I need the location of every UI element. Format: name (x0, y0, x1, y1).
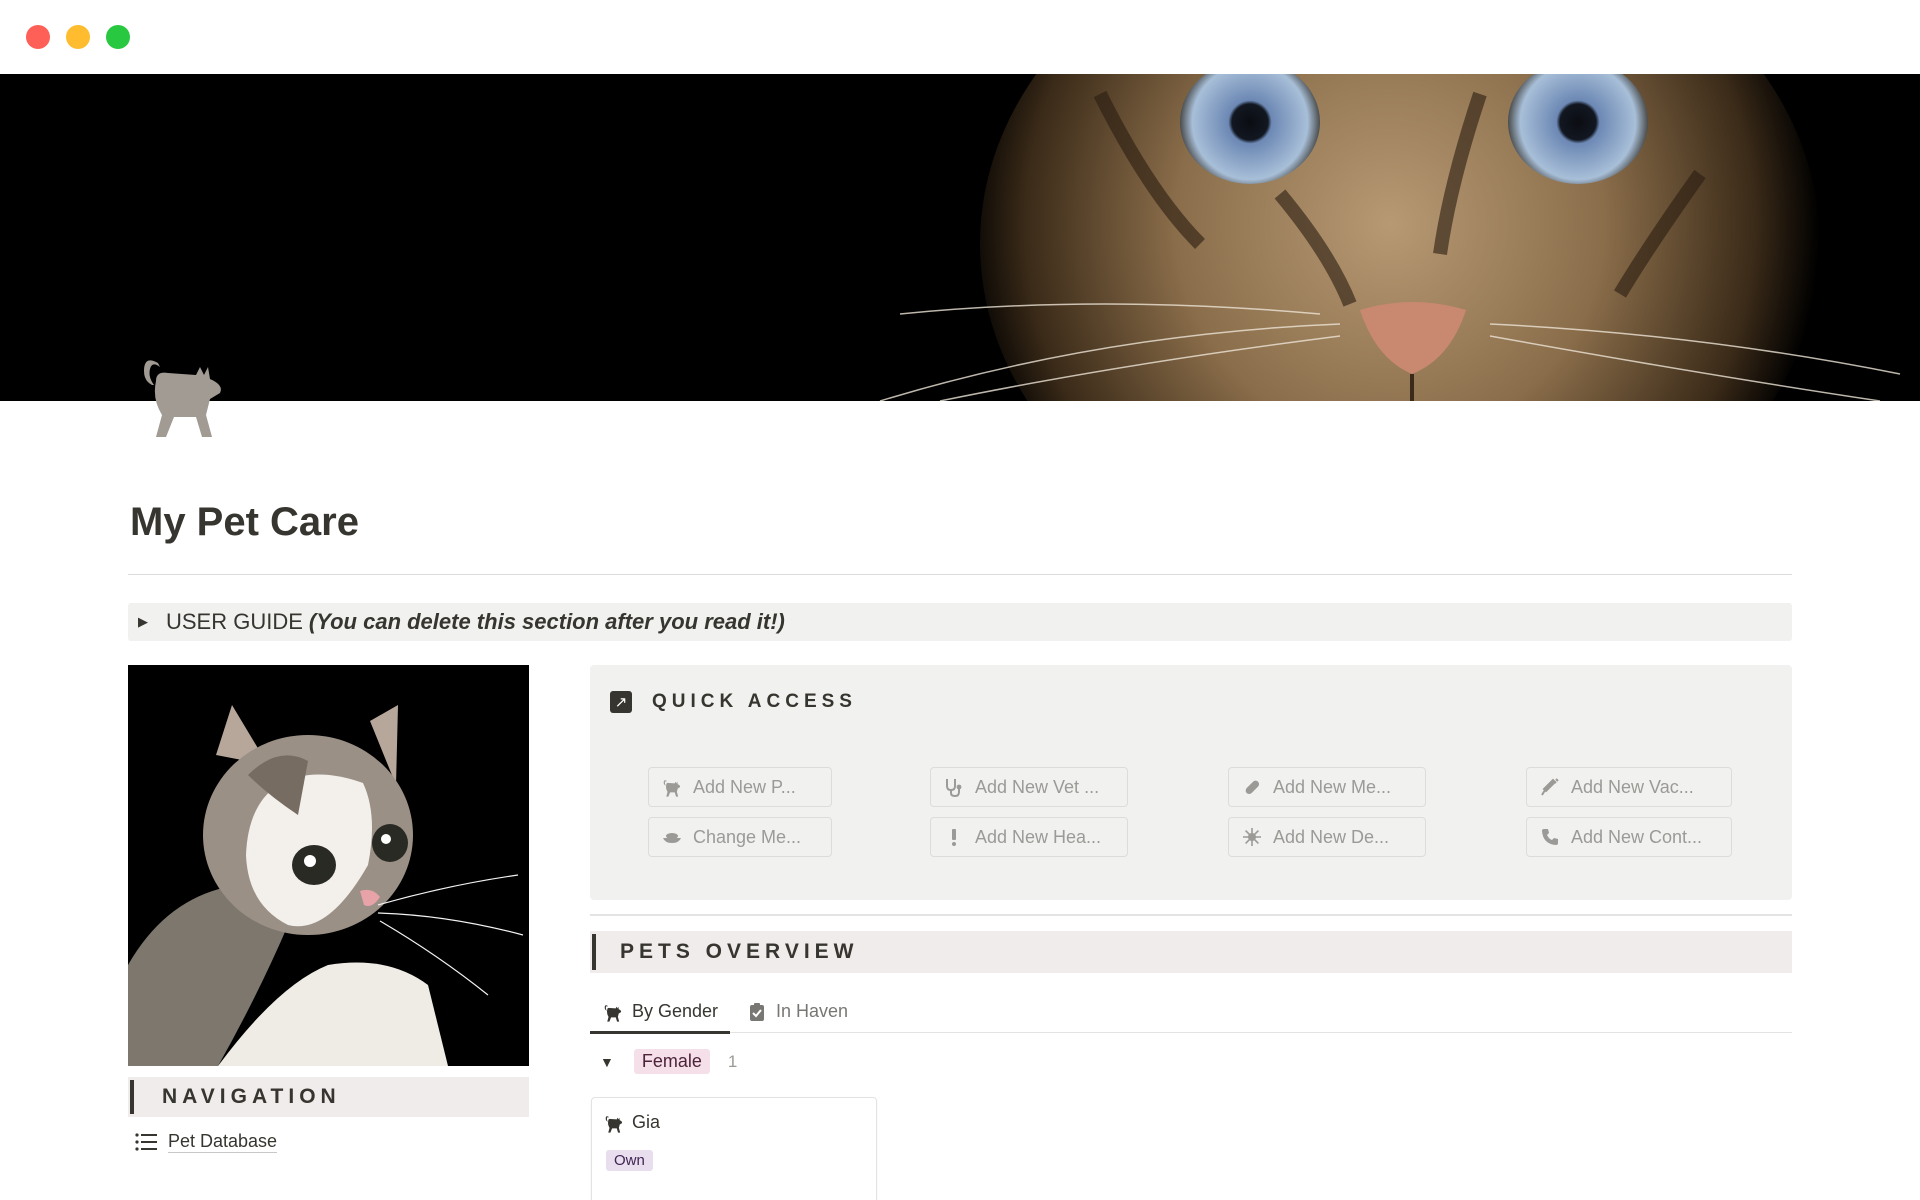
page-title[interactable]: My Pet Care (130, 500, 359, 545)
user-guide-title: USER GUIDE (166, 609, 303, 634)
close-window-button[interactable] (26, 25, 50, 49)
user-guide-subtitle: (You can delete this section after you r… (308, 609, 785, 634)
cat-icon[interactable] (138, 345, 228, 439)
virus-icon (1241, 826, 1263, 848)
add-new-disease-button[interactable]: Add New De... (1228, 817, 1426, 857)
group-header-female[interactable]: ▼ Female 1 (600, 1049, 737, 1074)
arrow-up-right-icon: ↗ (610, 691, 632, 713)
quick-access-header: ↗ QUICK ACCESS (610, 691, 857, 713)
title-divider (128, 574, 1792, 575)
add-new-contact-button[interactable]: Add New Cont... (1526, 817, 1732, 857)
window-titlebar (0, 0, 1920, 74)
syringe-icon (1539, 776, 1561, 798)
add-new-vet-button[interactable]: Add New Vet ... (930, 767, 1128, 807)
button-label: Add New De... (1273, 826, 1390, 847)
phone-icon (1539, 826, 1561, 848)
header-accent-bar (130, 1080, 134, 1114)
list-icon (134, 1131, 158, 1153)
pet-name: Gia (632, 1112, 661, 1132)
nav-item-label[interactable]: Pet Database (168, 1131, 278, 1153)
clipboard-icon (746, 1001, 768, 1023)
nav-item-pet-database[interactable]: Pet Database (134, 1131, 278, 1153)
add-new-pet-button[interactable]: Add New P... (648, 767, 832, 807)
group-count: 1 (727, 1051, 738, 1071)
pet-name-row: Gia (604, 1112, 660, 1133)
pets-overview-title: PETS OVERVIEW (620, 940, 859, 963)
add-new-medication-button[interactable]: Add New Me... (1228, 767, 1426, 807)
user-guide-toggle[interactable]: ▶ USER GUIDE (You can delete this sectio… (128, 603, 1792, 641)
cover-image (0, 74, 1920, 401)
button-label: Add New Vet ... (975, 776, 1100, 797)
pet-card[interactable]: Gia Own (591, 1097, 877, 1200)
button-label: Add New Vac... (1571, 776, 1694, 797)
button-label: Add New P... (693, 776, 796, 797)
tab-in-haven[interactable]: In Haven (746, 990, 848, 1033)
tab-by-gender[interactable]: By Gender (589, 990, 731, 1034)
add-new-health-button[interactable]: Add New Hea... (930, 817, 1128, 857)
ownership-tag: Own (606, 1150, 653, 1171)
change-meal-button[interactable]: Change Me... (648, 817, 832, 857)
cat-icon (661, 776, 683, 798)
cat-icon (604, 1113, 624, 1133)
stethoscope-icon (943, 776, 965, 798)
quick-access-title: QUICK ACCESS (652, 691, 857, 712)
navigation-header: NAVIGATION (128, 1077, 529, 1117)
button-label: Add New Hea... (975, 826, 1102, 847)
section-divider (590, 914, 1792, 916)
button-label: Add New Me... (1273, 776, 1392, 797)
gender-tag: Female (633, 1049, 710, 1074)
group-collapse-triangle-icon[interactable]: ▼ (600, 1054, 614, 1070)
maximize-window-button[interactable] (106, 25, 130, 49)
toggle-triangle-icon[interactable]: ▶ (138, 614, 152, 630)
header-accent-bar (592, 934, 596, 970)
add-new-vaccine-button[interactable]: Add New Vac... (1526, 767, 1732, 807)
quick-access-panel: ↗ QUICK ACCESS Add New P... Add New Vet … (590, 665, 1792, 900)
pill-icon (1241, 776, 1263, 798)
minimize-window-button[interactable] (66, 25, 90, 49)
exclamation-icon (943, 826, 965, 848)
food-bowl-icon (661, 826, 683, 848)
navigation-title: NAVIGATION (162, 1085, 341, 1108)
button-label: Add New Cont... (1571, 826, 1703, 847)
cat-icon (602, 1001, 624, 1023)
cat-photo (128, 665, 529, 1066)
button-label: Change Me... (693, 826, 802, 847)
tab-label: By Gender (632, 1001, 719, 1021)
tab-label: In Haven (776, 1001, 849, 1021)
pets-overview-header: PETS OVERVIEW (590, 931, 1792, 973)
view-tabs: By Gender In Haven (589, 990, 1792, 1034)
